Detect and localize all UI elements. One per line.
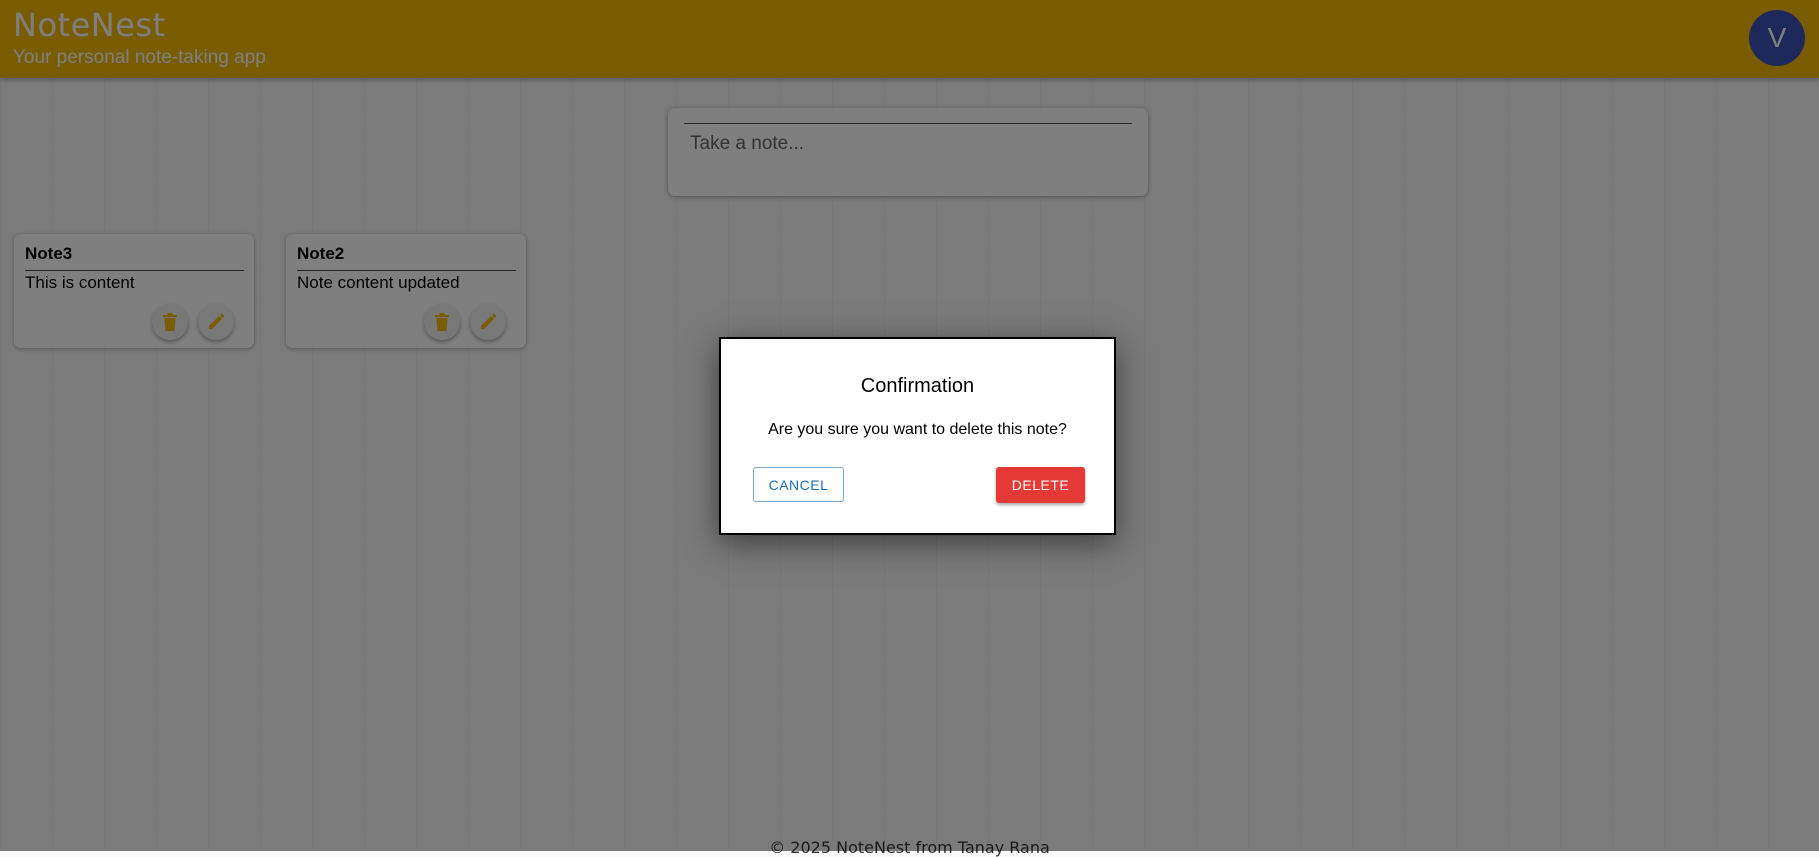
delete-button[interactable]: DELETE [996,467,1085,503]
dialog-title: Confirmation [860,375,975,397]
cancel-button[interactable]: CANCEL [753,467,844,502]
dialog-message: Are you sure you want to delete this not… [768,421,1067,438]
confirmation-dialog: Confirmation Are you sure you want to de… [719,337,1116,535]
